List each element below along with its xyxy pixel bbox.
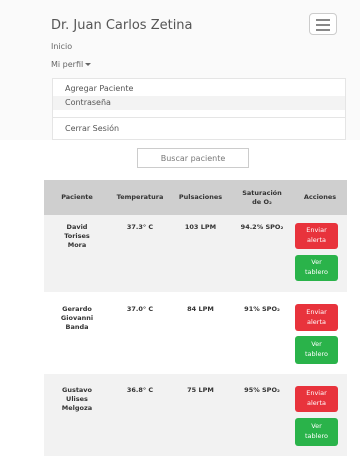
caret-down-icon (85, 63, 92, 66)
saturation-value: 91% SPO₂ (244, 305, 280, 313)
brand-title[interactable]: Dr. Juan Carlos Zetina (51, 18, 193, 33)
pulse-value: 84 LPM (187, 305, 214, 313)
column-header-temperatura: Temperatura (116, 193, 164, 202)
column-header-paciente: Paciente (61, 193, 93, 202)
search-input[interactable] (137, 148, 249, 168)
patient-name-line: Mora (67, 241, 87, 250)
nav-dropdown-label: Mi perfil (51, 60, 84, 69)
dropdown-item-agregar-paciente[interactable]: Agregar Paciente (53, 82, 345, 96)
patient-name[interactable]: Gerardo Giovanni Banda (44, 305, 110, 332)
temperature-value: 37.3° C (126, 223, 154, 231)
view-board-button[interactable]: Ver tablero (295, 336, 338, 364)
navbar: Dr. Juan Carlos Zetina Inicio Mi perfil … (0, 0, 360, 140)
nav-link-inicio[interactable]: Inicio (51, 42, 72, 51)
patient-name[interactable]: Gustavo Ulises Melgoza (44, 386, 110, 413)
column-header-saturacion: Saturación de O₂ (231, 180, 293, 215)
column-header-pulsaciones: Pulsaciones (178, 193, 223, 202)
hamburger-menu-button[interactable] (309, 13, 337, 35)
view-board-button[interactable]: Ver tablero (295, 255, 338, 281)
dropdown-divider (53, 117, 345, 118)
dropdown-item-contrasena[interactable]: Contraseña (53, 96, 345, 110)
dropdown-item-cerrar-sesion[interactable]: Cerrar Sesión (53, 122, 345, 136)
pulse-value: 103 LPM (184, 223, 217, 231)
column-header-saturacion-line2: de O₂ (252, 197, 272, 206)
table-row: Gustavo Ulises Melgoza 36.8° C 75 LPM 95… (44, 374, 347, 456)
saturation-value: 95% SPO₂ (244, 386, 280, 394)
column-header-saturacion-line1: Saturación (242, 188, 282, 197)
patient-name-line: Giovanni (60, 314, 94, 323)
profile-dropdown-menu: Agregar Paciente Contraseña Cerrar Sesió… (52, 78, 346, 140)
table-row: David Torises Mora 37.3° C 103 LPM 94.2%… (44, 215, 347, 292)
pulse-value: 75 LPM (187, 386, 214, 394)
patient-name-line: David (66, 223, 88, 231)
column-header-acciones: Acciones (303, 193, 337, 202)
patient-name-line: Ulises (66, 395, 88, 404)
temperature-value: 36.8° C (126, 386, 154, 394)
nav-dropdown-mi-perfil[interactable]: Mi perfil (51, 60, 92, 69)
hamburger-icon (316, 24, 330, 26)
table-header: Paciente Temperatura Pulsaciones Saturac… (44, 180, 347, 215)
patient-name-line: Banda (65, 323, 89, 332)
saturation-value: 94.2% SPO₂ (240, 223, 284, 231)
hamburger-icon (316, 29, 330, 31)
patient-name-line: Gustavo (61, 386, 93, 394)
view-board-button[interactable]: Ver tablero (295, 418, 338, 446)
patient-name-line: Torises (64, 232, 90, 241)
temperature-value: 37.0° C (126, 305, 154, 313)
send-alert-button[interactable]: Enviar alerta (295, 304, 338, 331)
hamburger-icon (316, 19, 330, 21)
send-alert-button[interactable]: Enviar alerta (295, 223, 338, 249)
table-row: Gerardo Giovanni Banda 37.0° C 84 LPM 91… (44, 292, 347, 374)
patient-name-line: Gerardo (62, 305, 92, 313)
send-alert-button[interactable]: Enviar alerta (295, 386, 338, 412)
patient-name-line: Melgoza (61, 404, 93, 413)
patient-name[interactable]: David Torises Mora (44, 223, 110, 250)
